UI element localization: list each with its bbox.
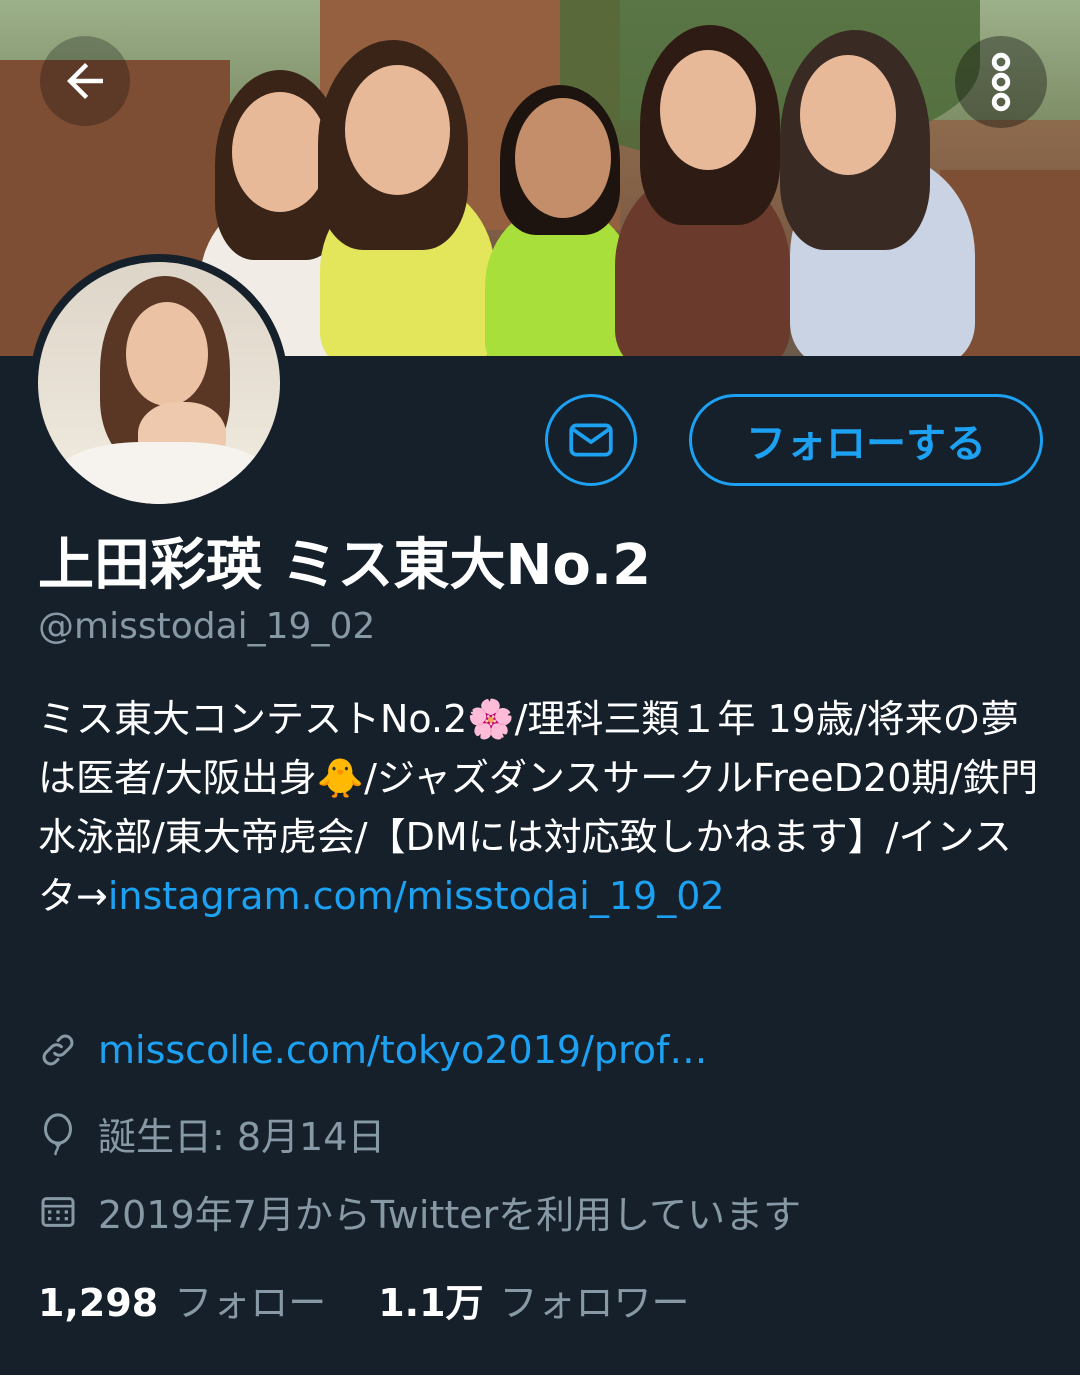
following-count: 1,298	[38, 1281, 159, 1325]
following-link[interactable]: 1,298 フォロー	[38, 1272, 326, 1327]
avatar-photo	[38, 262, 280, 504]
website-link[interactable]: misscolle.com/tokyo2019/prof…	[98, 1028, 707, 1072]
banner-face-2	[345, 65, 450, 195]
following-label: フォロー	[174, 1281, 327, 1325]
envelope-icon	[569, 423, 613, 457]
profile-bio: ミス東大コンテストNo.2🌸/理科三類１年 19歳/将来の夢は医者/大阪出身🐥/…	[38, 690, 1048, 926]
link-icon	[36, 1028, 80, 1072]
profile-avatar[interactable]	[30, 254, 288, 512]
follow-button-label: フォローする	[746, 421, 986, 467]
balloon-icon	[36, 1112, 80, 1156]
banner-face-4	[660, 50, 756, 170]
bio-instagram-link[interactable]: instagram.com/misstodai_19_02	[108, 874, 725, 918]
bio-text-1: ミス東大コンテストNo.2	[38, 697, 468, 741]
user-handle: @misstodai_19_02	[38, 606, 376, 647]
followers-label: フォロワー	[499, 1281, 690, 1325]
joined-text: 2019年7月からTwitterを利用しています	[98, 1193, 802, 1237]
message-button[interactable]	[545, 394, 637, 486]
chick-emoji-icon: 🐥	[316, 756, 365, 800]
banner-face-5	[800, 55, 896, 175]
display-name: 上田彩瑛 ミス東大No.2	[38, 533, 652, 598]
follow-stats: 1,298 フォロー 1.1万 フォロワー	[38, 1272, 690, 1327]
avatar-face	[126, 302, 208, 406]
more-vertical-icon	[991, 52, 1011, 112]
avatar-shirt	[58, 442, 268, 504]
arrow-left-icon	[67, 63, 103, 99]
followers-link[interactable]: 1.1万 フォロワー	[378, 1272, 689, 1327]
back-button[interactable]	[40, 36, 130, 126]
follow-button[interactable]: フォローする	[689, 394, 1043, 486]
birthday-text: 誕生日: 8月14日	[98, 1115, 386, 1159]
sakura-emoji-icon: 🌸	[467, 697, 515, 741]
birthday-row: 誕生日: 8月14日	[36, 1106, 385, 1161]
more-button[interactable]	[955, 36, 1047, 128]
banner-face-1	[232, 92, 328, 212]
joined-row: 2019年7月からTwitterを利用しています	[36, 1184, 801, 1239]
banner-face-3	[515, 98, 611, 218]
calendar-icon	[36, 1190, 80, 1234]
website-row: misscolle.com/tokyo2019/prof…	[36, 1028, 707, 1072]
followers-count: 1.1万	[378, 1281, 484, 1325]
